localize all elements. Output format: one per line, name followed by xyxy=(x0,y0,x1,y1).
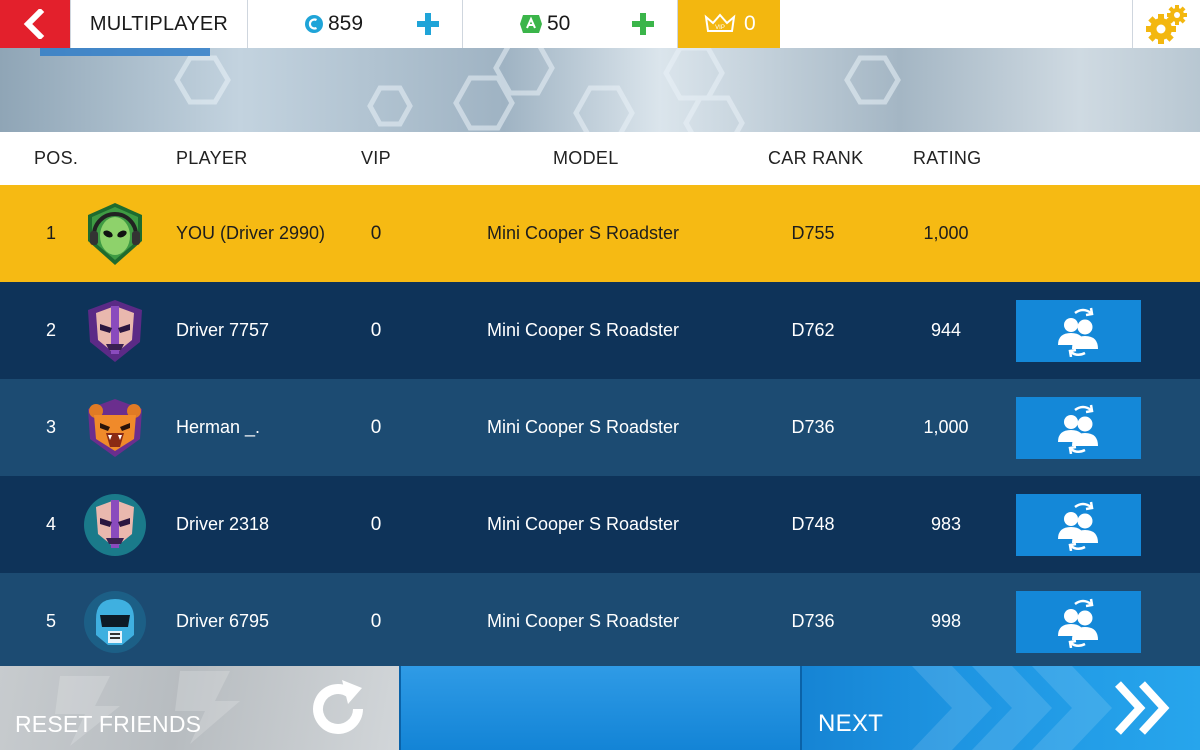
tokens-counter: 50 xyxy=(463,0,678,48)
row-car-model: Mini Cooper S Roadster xyxy=(486,223,680,243)
row-player-name: Driver 2318 xyxy=(176,514,270,534)
header-pos: POS. xyxy=(34,148,79,168)
row-vip-level: 0 xyxy=(370,223,382,244)
double-chevron-right-icon xyxy=(1115,681,1170,735)
row-rating: 944 xyxy=(930,320,962,340)
purple-mask-icon xyxy=(82,298,148,364)
back-button[interactable] xyxy=(0,0,70,48)
row-car-rank: D762 xyxy=(791,320,835,340)
game-mode-label: MULTIPLAYER xyxy=(70,0,248,48)
tokens-icon xyxy=(520,15,542,33)
settings-button[interactable] xyxy=(1132,0,1200,48)
vip-badge-text: VIP xyxy=(715,25,725,31)
vip-counter: VIP 0 xyxy=(678,0,780,48)
swap-friends-icon xyxy=(1057,501,1098,551)
vip-amount: 0 xyxy=(744,12,756,35)
row-player-name: YOU (Driver 2990) xyxy=(176,223,326,243)
row-player-name: Driver 7757 xyxy=(176,320,270,340)
row-car-model: Mini Cooper S Roadster xyxy=(486,417,680,437)
gear-icon xyxy=(1145,5,1187,44)
tokens-amount: 50 xyxy=(547,12,571,35)
row-car-rank: D748 xyxy=(791,514,835,534)
footer-center-panel xyxy=(399,666,802,750)
row-rating: 998 xyxy=(930,611,962,631)
row-car-model: Mini Cooper S Roadster xyxy=(486,320,680,340)
header-vip: VIP xyxy=(361,148,391,168)
header-banner xyxy=(0,48,1200,132)
next-button[interactable]: NEXT xyxy=(800,666,1200,750)
swap-friends-icon xyxy=(1057,404,1098,454)
chevron-left-icon xyxy=(23,9,45,39)
row-rating: 983 xyxy=(930,514,962,534)
row-car-model: Mini Cooper S Roadster xyxy=(486,514,680,534)
row-vip-level: 0 xyxy=(370,611,382,632)
row-car-rank: D736 xyxy=(791,611,835,631)
reset-friends-label: RESET FRIENDS xyxy=(15,711,202,737)
footer-bar: RESET FRIENDS NEXT xyxy=(0,666,1200,750)
swap-friend-button[interactable] xyxy=(1016,397,1141,459)
leaderboard-row: 5 Driver 6795 0 Mini Cooper S Roadster D… xyxy=(0,573,1200,670)
row-vip-level: 0 xyxy=(370,417,382,438)
row-car-model: Mini Cooper S Roadster xyxy=(486,611,680,631)
swap-friend-button[interactable] xyxy=(1016,494,1141,556)
leaderboard-header: POS. PLAYER VIP MODEL CAR RANK RATING xyxy=(0,132,1200,185)
hexagon-pattern-decoration xyxy=(40,48,901,132)
row-vip-level: 0 xyxy=(370,320,382,341)
leaderboard-row: 3 Herman _. 0 Mini Cooper S Roadster D73… xyxy=(0,379,1200,476)
row-player-name: Herman _. xyxy=(176,417,261,437)
row-player-name: Driver 6795 xyxy=(176,611,270,631)
add-credits-button[interactable] xyxy=(416,12,440,36)
next-label: NEXT xyxy=(818,710,884,737)
credits-counter: 859 xyxy=(248,0,463,48)
vip-crown-icon: VIP xyxy=(704,13,736,32)
bear-icon xyxy=(82,395,148,461)
header-car-rank: CAR RANK xyxy=(768,148,864,168)
swap-friends-icon xyxy=(1057,307,1098,357)
leaderboard-row-you: 1 YOU (Driver 2990) 0 Mini Cooper S Road… xyxy=(0,185,1200,282)
refresh-icon xyxy=(313,680,363,734)
row-car-rank: D755 xyxy=(791,223,835,243)
leaderboard-row: 2 Driver 7757 0 Mini Cooper S Roadster D… xyxy=(0,282,1200,379)
swap-friends-icon xyxy=(1057,598,1098,648)
row-rating: 1,000 xyxy=(923,417,969,437)
credits-icon xyxy=(305,15,323,33)
top-bar: MULTIPLAYER 859 50 VIP 0 xyxy=(0,0,1200,48)
row-rating: 1,000 xyxy=(923,223,969,243)
swap-friend-button[interactable] xyxy=(1016,591,1141,653)
alien-headphones-icon xyxy=(82,201,148,267)
row-vip-level: 0 xyxy=(370,514,382,535)
add-tokens-button[interactable] xyxy=(631,12,655,36)
header-rating: RATING xyxy=(913,148,982,168)
swap-friend-button[interactable] xyxy=(1016,300,1141,362)
leaderboard-row: 4 Driver 2318 0 Mini Cooper S Roadster D… xyxy=(0,476,1200,573)
purple-mask-icon xyxy=(82,492,148,558)
header-model: MODEL xyxy=(553,148,619,168)
credits-amount: 859 xyxy=(328,12,364,35)
reset-friends-button[interactable]: RESET FRIENDS xyxy=(0,666,399,750)
row-car-rank: D736 xyxy=(791,417,835,437)
header-player: PLAYER xyxy=(176,148,248,168)
robot-helmet-icon xyxy=(82,589,148,655)
